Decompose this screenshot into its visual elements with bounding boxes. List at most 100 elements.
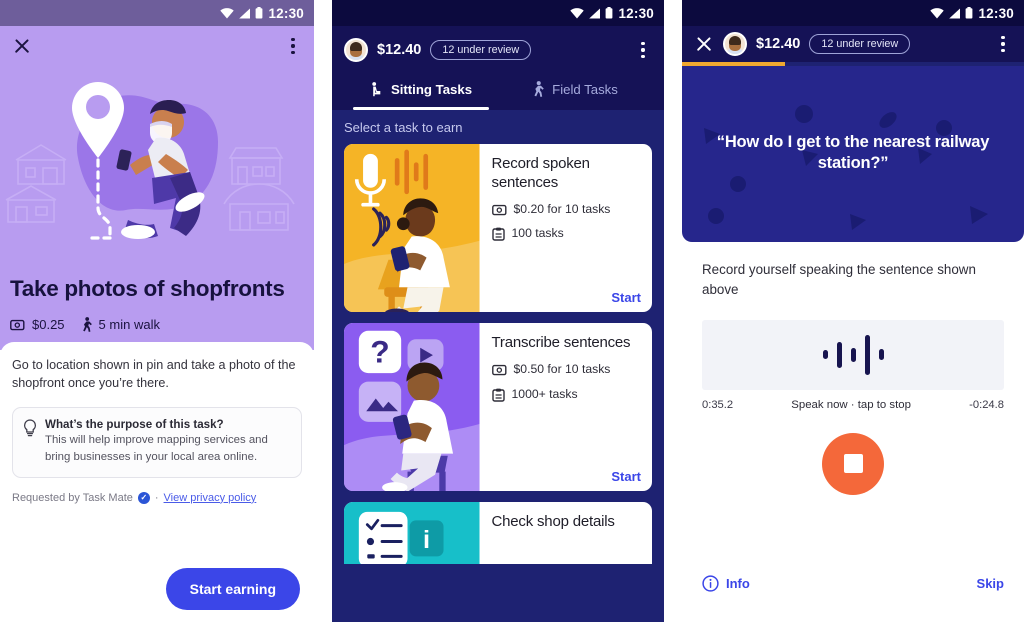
stop-square-icon	[843, 454, 863, 474]
task-card-info: Check shop details	[480, 502, 652, 564]
remaining-time: -0:24.8	[969, 398, 1004, 411]
tab-sitting-tasks[interactable]: Sitting Tasks	[344, 68, 498, 110]
elapsed-time: 0:35.2	[702, 398, 734, 411]
verified-badge-icon: ✓	[137, 491, 150, 504]
wifi-icon	[220, 7, 235, 18]
account-header: $12.40 12 under review Sitting Tasks Fie…	[332, 26, 664, 110]
task-card-count-label: 1000+ tasks	[511, 386, 578, 401]
under-review-pill[interactable]: 12 under review	[809, 34, 911, 54]
clipboard-icon	[491, 227, 505, 242]
balance-label: $12.40	[756, 36, 801, 52]
phone-screen-recording: 12:30 $12.40 12 under review “How do I g…	[682, 0, 1024, 622]
signal-icon	[589, 8, 601, 18]
status-icons	[220, 7, 263, 19]
page-title: Take photos of shopfronts	[10, 276, 285, 301]
question-play-image-tiles-illustration: ?	[344, 323, 480, 491]
overflow-menu-icon[interactable]	[994, 34, 1012, 54]
close-icon[interactable]	[12, 36, 32, 56]
tab-field-tasks[interactable]: Field Tasks	[498, 68, 652, 110]
signal-icon	[239, 8, 251, 18]
requested-by-label: Requested by Task Mate	[12, 491, 133, 504]
clipboard-icon	[491, 388, 505, 402]
requester-row: Requested by Task Mate ✓ · View privacy …	[12, 491, 302, 504]
sentence-text: “How do I get to the nearest railway sta…	[716, 132, 990, 173]
svg-text:i: i	[423, 526, 430, 554]
recording-timers: 0:35.2 Speak now · tap to stop -0:24.8	[702, 399, 1004, 411]
avatar[interactable]	[344, 38, 368, 62]
status-clock: 12:30	[978, 5, 1014, 21]
task-card-pay: $0.20 for 10 tasks	[491, 202, 641, 218]
task-duration-label: 5 min walk	[98, 317, 160, 332]
recording-hint: Speak now · tap to stop	[791, 398, 911, 411]
battery-icon	[256, 7, 263, 19]
task-card-title: Record spoken sentences	[491, 155, 590, 191]
task-card-check-shop-details[interactable]: i Check shop details	[344, 502, 652, 564]
task-card-title: Transcribe sentences	[491, 334, 631, 351]
task-card-record-spoken-sentences[interactable]: Record spoken sentences $0.20 for 10 tas…	[344, 144, 652, 312]
walking-person-icon	[82, 317, 92, 332]
purpose-answer: This will help improve mapping services …	[45, 433, 268, 463]
dot-separator: ·	[154, 491, 159, 504]
task-type-tabs: Sitting Tasks Field Tasks	[344, 68, 652, 110]
status-bar: 12:30	[682, 0, 1024, 26]
task-card-title: Check shop details	[491, 513, 615, 530]
privacy-policy-link[interactable]: View privacy policy	[164, 492, 257, 504]
money-icon	[491, 204, 507, 215]
phone-screen-task-detail: 12:30 Take photos of shopfronts $0.25 5 …	[0, 0, 314, 622]
balance-label: $12.40	[377, 42, 422, 58]
wifi-icon	[930, 7, 945, 18]
svg-text:?: ?	[370, 334, 389, 370]
task-purpose-card: What’s the purpose of this task? This wi…	[12, 406, 302, 478]
start-earning-button[interactable]: Start earning	[165, 568, 300, 610]
status-icons	[930, 7, 973, 19]
signal-icon	[949, 8, 961, 18]
info-button[interactable]: Info	[702, 574, 750, 592]
stop-recording-button[interactable]	[822, 432, 884, 495]
account-row: $12.40 12 under review	[344, 32, 652, 68]
waveform-display	[702, 319, 1004, 390]
tab-label: Sitting Tasks	[390, 81, 473, 97]
status-bar: 12:30	[332, 0, 664, 26]
task-card-count: 1000+ tasks	[491, 386, 641, 403]
overflow-menu-icon[interactable]	[634, 40, 652, 60]
battery-icon	[966, 7, 973, 19]
money-icon	[10, 319, 25, 330]
sitting-person-icon	[372, 81, 381, 96]
task-card-start-button[interactable]: Start	[611, 290, 641, 305]
task-hero: Take photos of shopfronts $0.25 5 min wa…	[0, 26, 314, 350]
task-list: Select a task to earn Record spoken sent…	[332, 110, 664, 564]
purpose-question: What’s the purpose of this task?	[45, 417, 224, 431]
skip-button[interactable]: Skip	[977, 576, 1004, 591]
recording-header: $12.40 12 under review	[682, 26, 1024, 62]
task-meta: $0.25 5 min walk	[10, 317, 160, 332]
task-pay-label: $0.25	[32, 317, 65, 332]
avatar[interactable]	[723, 32, 747, 56]
waveform-bar	[864, 334, 870, 375]
waveform-bar	[836, 341, 842, 368]
task-details-sheet: Go to location shown in pin and take a p…	[0, 342, 314, 622]
waveform-bar	[878, 349, 884, 361]
overflow-menu-icon[interactable]	[284, 36, 302, 56]
recording-footer: Info Skip	[702, 574, 1004, 592]
task-card-transcribe-sentences[interactable]: ? Transcribe sentences $0.50 for 10 task…	[344, 323, 652, 491]
under-review-pill[interactable]: 12 under review	[430, 40, 532, 60]
task-card-info: Transcribe sentences $0.50 for 10 tasks …	[480, 323, 652, 491]
task-pay: $0.25	[10, 317, 65, 332]
panel-gap-1	[314, 0, 332, 622]
task-card-count: 100 tasks	[491, 226, 641, 242]
task-card-info: Record spoken sentences $0.20 for 10 tas…	[480, 144, 652, 312]
task-app-bar	[0, 26, 314, 56]
sentence-panel: “How do I get to the nearest railway sta…	[682, 65, 1024, 242]
walking-person-icon	[534, 81, 544, 97]
wifi-icon	[570, 7, 585, 18]
task-card-pay: $0.50 for 10 tasks	[491, 361, 641, 378]
money-icon	[491, 364, 507, 376]
task-card-pay-label: $0.50 for 10 tasks	[513, 361, 611, 376]
close-icon[interactable]	[694, 34, 714, 54]
waveform-bar	[850, 347, 856, 362]
task-card-start-button[interactable]: Start	[611, 469, 641, 484]
task-duration: 5 min walk	[81, 317, 160, 332]
waveform-bar	[822, 350, 828, 360]
task-description: Go to location shown in pin and take a p…	[12, 358, 296, 391]
microphone-waveform-illustration	[344, 144, 480, 312]
